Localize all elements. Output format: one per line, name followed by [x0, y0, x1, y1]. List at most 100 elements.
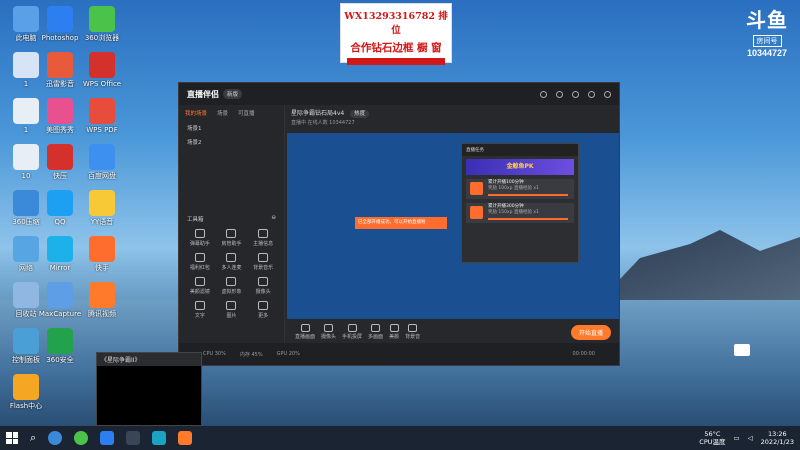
preview-canvas[interactable]: 直播任务 金鲸鱼PK 累计开播100分钟 奖励 100xp 直播经验 x1 累计…: [287, 133, 619, 319]
game-window-title: 《星际争霸II》: [97, 353, 201, 366]
scene-tabs: 我的场景 场景 可直播: [179, 105, 284, 121]
desktop-icon[interactable]: MaxCapture: [38, 282, 82, 319]
app-icon: [47, 328, 73, 354]
desktop-icon[interactable]: 腾讯视频: [80, 282, 124, 319]
source-phone-button[interactable]: 手机投屏: [342, 324, 362, 340]
beauty-button[interactable]: 美颜: [389, 324, 399, 340]
tool-item[interactable]: 摄像头: [248, 277, 278, 295]
shield-icon[interactable]: [152, 431, 167, 445]
search-icon[interactable]: ⌕: [30, 431, 36, 445]
tool-item[interactable]: 福利红包: [185, 253, 215, 271]
desktop-icon-label: 360浏览器: [84, 34, 120, 42]
tool-item[interactable]: 更多: [248, 301, 278, 319]
message-icon[interactable]: [556, 90, 563, 98]
clock-time: 13:26: [767, 430, 787, 438]
browser-icon[interactable]: [48, 431, 63, 445]
desktop-icon-label: WPS Office: [82, 80, 122, 88]
desktop-icon[interactable]: 美图秀秀: [38, 98, 82, 135]
more-icon[interactable]: ⊖: [271, 215, 276, 223]
banner-strip: [347, 58, 445, 65]
app-icon[interactable]: [100, 431, 115, 445]
tool-icon: [226, 253, 237, 262]
desktop-icon[interactable]: WPS Office: [80, 52, 124, 89]
desktop-icon[interactable]: YY语音: [80, 190, 124, 227]
screen-icon: [300, 324, 310, 332]
tool-label: 图片: [226, 313, 237, 319]
app-icon: [13, 190, 39, 216]
source-multi-button[interactable]: 多画面: [368, 324, 383, 340]
desktop-icon[interactable]: 百度网盘: [80, 144, 124, 181]
audio-button[interactable]: 背景音: [405, 324, 420, 340]
app-icon: [47, 52, 73, 78]
tool-item[interactable]: 虚拟形象: [217, 277, 247, 295]
desktop-icon-label: 百度网盘: [88, 172, 116, 180]
menu-icon[interactable]: [572, 90, 579, 98]
settings-icon[interactable]: [540, 90, 547, 98]
toolbox-title: 工具箱: [187, 217, 204, 223]
desktop-icon[interactable]: QQ: [38, 190, 82, 227]
clock-date: 2022/1/23: [760, 438, 794, 446]
tool-icon: [226, 229, 237, 238]
clock[interactable]: 13:26 2022/1/23: [761, 430, 794, 446]
app-logo: 直播伴侣: [187, 89, 219, 99]
orange-app-icon[interactable]: [178, 431, 193, 445]
windows-start-icon[interactable]: [6, 432, 18, 444]
desktop-icon[interactable]: WPS PDF: [80, 98, 124, 135]
tool-item[interactable]: 美颜滤镜: [185, 277, 215, 295]
minimize-icon[interactable]: [588, 90, 595, 98]
desktop-icon[interactable]: 迅雷影音: [38, 52, 82, 89]
desktop-icon[interactable]: 360安全: [38, 328, 82, 365]
tool-icon: [258, 301, 269, 310]
desktop-icon[interactable]: 快压: [38, 144, 82, 181]
tool-icon: [258, 229, 269, 238]
app-icon: [47, 236, 73, 262]
side-float-button[interactable]: [734, 344, 750, 356]
desktop-icon[interactable]: 360浏览器: [80, 6, 124, 43]
tool-item[interactable]: 多人连麦: [217, 253, 247, 271]
tab-live[interactable]: 可直播: [238, 109, 255, 117]
douyu-room-label: 房间号: [752, 35, 782, 47]
task-item: 累计开播100分钟 奖励 100xp 直播经验 x1: [466, 179, 574, 199]
tool-item[interactable]: 背景音乐: [248, 253, 278, 271]
tool-item[interactable]: 房管助手: [217, 229, 247, 247]
tool-item[interactable]: 文字: [185, 301, 215, 319]
desktop-icon[interactable]: 快手: [80, 236, 124, 273]
desktop-icon[interactable]: Mirror: [38, 236, 82, 273]
source-label: 手机投屏: [342, 334, 363, 340]
douyu-room-number: 10344727: [746, 48, 788, 58]
360-icon[interactable]: [74, 431, 89, 445]
scene-item[interactable]: 场景1: [179, 121, 284, 135]
tool-item[interactable]: 弹幕助手: [185, 229, 215, 247]
task-icon: [470, 206, 483, 219]
success-tooltip: 已全部开播成功，可以开始直播啦: [355, 217, 447, 229]
game-thumbnail-window[interactable]: 《星际争霸II》: [96, 352, 202, 426]
task-progress: [488, 218, 568, 220]
task-panel-header: 直播任务: [462, 144, 578, 156]
desktop-icon[interactable]: Flash中心: [4, 374, 48, 411]
scene-item[interactable]: 场景2: [179, 135, 284, 149]
app-icon: [13, 282, 39, 308]
douyu-watermark: 斗鱼 房间号 10344727: [746, 11, 788, 58]
network-icon[interactable]: ▭: [734, 434, 740, 442]
banner-line1: WX13293316782 排位: [344, 11, 448, 36]
desktop-icon-label: Photoshop: [41, 34, 79, 42]
desktop-icon[interactable]: Photoshop: [38, 6, 82, 43]
volume-icon[interactable]: ◁: [748, 434, 753, 442]
task-panel: 直播任务 金鲸鱼PK 累计开播100分钟 奖励 100xp 直播经验 x1 累计…: [461, 143, 579, 263]
app-icon: [89, 6, 115, 32]
tool-item[interactable]: 主播信息: [248, 229, 278, 247]
source-camera-button[interactable]: 摄像头: [321, 324, 336, 340]
pk-banner[interactable]: 金鲸鱼PK: [466, 159, 574, 175]
tab-my-scenes[interactable]: 我的场景: [185, 109, 207, 117]
cpu-temp[interactable]: 56°C CPU温度: [699, 430, 725, 446]
app-titlebar[interactable]: 直播伴侣 新版: [179, 83, 619, 105]
source-screen-button[interactable]: 直播画面: [295, 324, 315, 340]
close-icon[interactable]: [604, 90, 611, 98]
tab-scenes[interactable]: 场景: [217, 109, 228, 117]
desktop-icon-label: Mirror: [49, 264, 71, 272]
start-live-button[interactable]: 开始直播: [570, 324, 611, 340]
bug-icon[interactable]: [126, 431, 141, 445]
status-gpu: GPU 20%: [276, 351, 300, 357]
tool-item[interactable]: 图片: [217, 301, 247, 319]
app-icon: [13, 98, 39, 124]
